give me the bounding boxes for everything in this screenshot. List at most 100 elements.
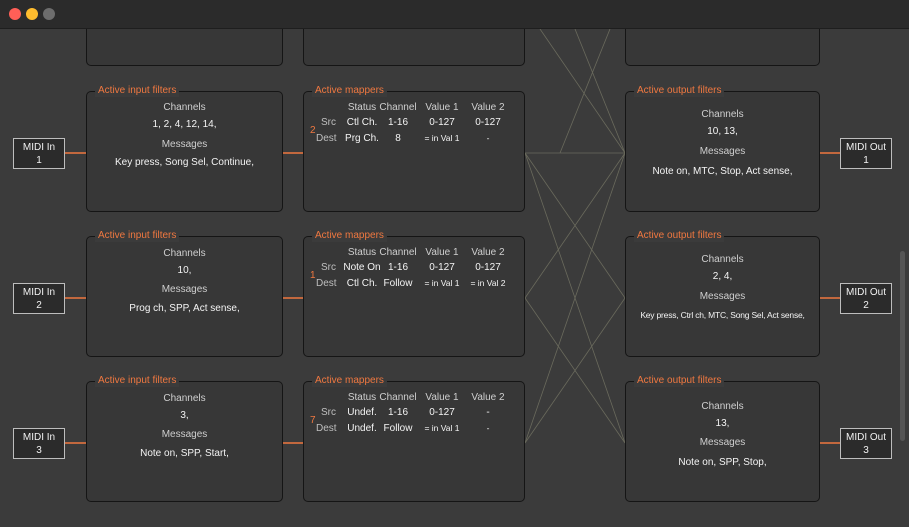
midi-out-label: MIDI Out [845, 432, 886, 443]
messages-label: Messages [161, 139, 208, 150]
midi-out-node-3[interactable]: MIDI Out 3 [840, 428, 892, 459]
channels-value: 13, [715, 418, 730, 429]
dest-value: Follow [383, 423, 413, 434]
column-header: Value 2 [471, 102, 505, 113]
mapper-index: 1 [310, 270, 316, 281]
mapper-index: 2 [310, 125, 316, 136]
midi-in-number: 3 [36, 445, 42, 456]
column-header: Value 1 [425, 247, 459, 258]
channels-label: Channels [701, 254, 744, 265]
src-value: 0-127 [429, 117, 455, 128]
input-filter-panel-2[interactable]: Active input filters Channels 10, Messag… [86, 230, 283, 357]
mapper-panel-1[interactable]: Active mappers 2 Status Channel Value 1 Value… [303, 85, 525, 212]
vertical-scrollbar[interactable] [900, 251, 905, 441]
mapper-panel-2[interactable]: Active mappers 1 Status Channel Value 1 Value… [303, 230, 525, 357]
src-row-label: Src [321, 117, 336, 128]
input-filter-panel-top-partial[interactable] [86, 29, 283, 66]
midi-in-label: MIDI In [22, 287, 56, 298]
dest-value: - [486, 133, 490, 143]
messages-label: Messages [161, 284, 208, 295]
midi-out-label: MIDI Out [845, 142, 886, 153]
midi-out-number: 3 [863, 445, 869, 456]
input-filter-panel-1[interactable]: Active input filters Channels 1, 2, 4, 1… [86, 85, 283, 212]
channels-label: Channels [701, 401, 744, 412]
src-row-label: Src [321, 262, 336, 273]
channels-value: 1, 2, 4, 12, 14, [152, 119, 217, 130]
messages-value: Key press, Song Sel, Continue, [115, 157, 254, 168]
messages-label: Messages [699, 291, 746, 302]
column-header: Value 2 [471, 247, 505, 258]
panel-title: Active input filters [95, 375, 180, 387]
dest-value: - [486, 423, 490, 433]
mapper-panel-3[interactable]: Active mappers 7 Status Channel Value 1 Value… [303, 375, 525, 502]
src-value: 0-127 [429, 262, 455, 273]
panel-title: Active mappers [312, 85, 387, 97]
src-value: 1-16 [387, 407, 408, 418]
column-header: Channel [379, 102, 417, 113]
midi-in-node-2[interactable]: MIDI In 2 [13, 283, 65, 314]
messages-value: Key press, Ctrl ch, MTC, Song Sel, Act s… [640, 310, 805, 320]
panel-title: Active mappers [312, 375, 387, 387]
messages-label: Messages [161, 429, 208, 440]
midi-in-number: 1 [36, 155, 42, 166]
dest-value: = in Val 2 [470, 278, 506, 288]
dest-value: = in Val 1 [424, 423, 460, 433]
column-header: Channel [379, 392, 417, 403]
input-filter-panel-3[interactable]: Active input filters Channels 3, Message… [86, 375, 283, 502]
column-header: Value 1 [425, 392, 459, 403]
zoom-window-button[interactable] [43, 8, 55, 20]
mapper-panel-top-partial[interactable] [303, 29, 525, 66]
dest-row-label: Dest [316, 278, 337, 289]
panel-title: Active input filters [95, 85, 180, 97]
midi-in-number: 2 [36, 300, 42, 311]
messages-value: Note on, SPP, Stop, [678, 457, 767, 468]
midi-out-number: 2 [863, 300, 869, 311]
channels-value: 10, [177, 265, 192, 276]
channels-value: 10, 13, [707, 126, 738, 137]
output-filter-panel-1[interactable]: Active output filters Channels 10, 13, M… [625, 85, 820, 212]
midi-out-node-2[interactable]: MIDI Out 2 [840, 283, 892, 314]
midi-out-node-1[interactable]: MIDI Out 1 [840, 138, 892, 169]
channels-label: Channels [163, 248, 206, 259]
src-value: 0-127 [475, 262, 501, 273]
midi-in-node-3[interactable]: MIDI In 3 [13, 428, 65, 459]
messages-label: Messages [699, 146, 746, 157]
output-filter-panel-2[interactable]: Active output filters Channels 2, 4, Mes… [625, 230, 820, 357]
src-value: - [486, 407, 490, 418]
output-filter-panel-top-partial[interactable] [625, 29, 820, 66]
channels-value: 2, 4, [712, 271, 733, 282]
src-value: 0-127 [429, 407, 455, 418]
dest-value: 8 [395, 133, 401, 144]
messages-value: Note on, SPP, Start, [140, 448, 229, 459]
src-value: 1-16 [387, 117, 408, 128]
channels-label: Channels [701, 109, 744, 120]
panel-title: Active output filters [634, 230, 725, 242]
routing-canvas: MIDI In 1 MIDI In 2 MIDI In 3 MIDI Out 1… [0, 29, 909, 527]
dest-row-label: Dest [316, 133, 337, 144]
channels-label: Channels [163, 393, 206, 404]
panel-title: Active output filters [634, 375, 725, 387]
messages-label: Messages [699, 437, 746, 448]
routing-cables [524, 29, 626, 444]
dest-row-label: Dest [316, 423, 337, 434]
column-header: Channel [379, 247, 417, 258]
midi-out-label: MIDI Out [845, 287, 886, 298]
minimize-window-button[interactable] [26, 8, 38, 20]
column-header: Value 1 [425, 102, 459, 113]
panel-title: Active output filters [634, 85, 725, 97]
dest-value: Follow [383, 278, 413, 289]
dest-value: = in Val 1 [424, 278, 460, 288]
panel-title: Active mappers [312, 230, 387, 242]
window-titlebar [0, 0, 909, 29]
src-value: 1-16 [387, 262, 408, 273]
column-header: Value 2 [471, 392, 505, 403]
midi-in-label: MIDI In [22, 142, 56, 153]
messages-value: Prog ch, SPP, Act sense, [129, 303, 240, 314]
midi-in-label: MIDI In [22, 432, 56, 443]
dest-value: = in Val 1 [424, 133, 460, 143]
messages-value: Note on, MTC, Stop, Act sense, [652, 166, 793, 177]
close-window-button[interactable] [9, 8, 21, 20]
output-filter-panel-3[interactable]: Active output filters Channels 13, Messa… [625, 375, 820, 502]
mapper-index: 7 [310, 415, 316, 426]
midi-in-node-1[interactable]: MIDI In 1 [13, 138, 65, 169]
